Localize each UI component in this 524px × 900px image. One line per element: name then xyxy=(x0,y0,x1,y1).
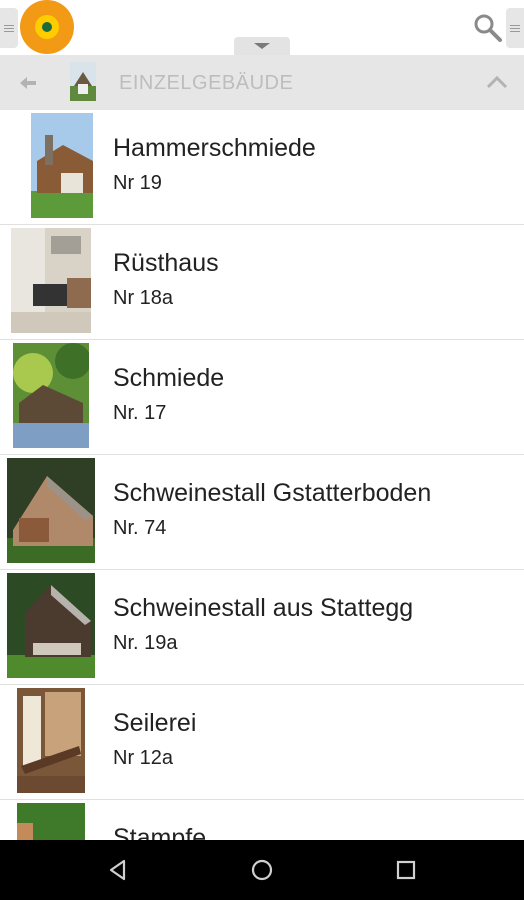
list-item[interactable]: Stampfe xyxy=(0,800,524,840)
list-item[interactable]: Rüsthaus Nr 18a xyxy=(0,225,524,340)
building-thumbnail xyxy=(7,573,95,678)
top-bar xyxy=(0,0,524,55)
item-title: Seilerei xyxy=(113,709,197,737)
item-title: Hammerschmiede xyxy=(113,134,316,162)
nav-home-icon[interactable] xyxy=(248,856,276,884)
category-thumbnail xyxy=(70,62,96,101)
building-thumbnail xyxy=(17,803,85,840)
building-list: Hammerschmiede Nr 19 Rüsthaus Nr 18a Sch… xyxy=(0,110,524,840)
logo-dot xyxy=(42,22,52,32)
building-thumbnail xyxy=(11,228,91,333)
list-item[interactable]: Schmiede Nr. 17 xyxy=(0,340,524,455)
right-drawer-handle[interactable] xyxy=(506,8,524,48)
item-title: Schweinestall aus Stattegg xyxy=(113,594,414,622)
list-item[interactable]: Schweinestall Gstatterboden Nr. 74 xyxy=(0,455,524,570)
menu-lines-icon xyxy=(4,27,14,29)
building-thumbnail xyxy=(7,458,95,563)
building-thumbnail xyxy=(13,343,89,448)
list-item[interactable]: Schweinestall aus Stattegg Nr. 19a xyxy=(0,570,524,685)
section-title: EINZELGEBÄUDE xyxy=(119,72,294,94)
item-number: Nr 18a xyxy=(113,287,174,309)
search-icon[interactable] xyxy=(472,12,504,44)
logo-inner-circle xyxy=(35,15,59,39)
museum-logo[interactable] xyxy=(20,0,74,54)
nav-back-icon[interactable] xyxy=(104,856,132,884)
list-item[interactable]: Hammerschmiede Nr 19 xyxy=(0,110,524,225)
chevron-up-icon[interactable] xyxy=(484,70,510,96)
left-drawer-handle[interactable] xyxy=(0,8,18,48)
nav-recents-icon[interactable] xyxy=(392,856,420,884)
building-thumbnail xyxy=(17,688,85,793)
item-title: Schweinestall Gstatterboden xyxy=(113,479,432,507)
item-number: Nr 12a xyxy=(113,747,174,769)
item-number: Nr. 74 xyxy=(113,517,167,539)
chevron-down-icon xyxy=(254,43,270,49)
item-number: Nr. 19a xyxy=(113,632,178,654)
building-thumbnail xyxy=(31,113,93,218)
item-title: Rüsthaus xyxy=(113,249,219,277)
item-number: Nr 19 xyxy=(113,172,162,194)
item-title: Schmiede xyxy=(113,364,225,392)
system-nav-bar xyxy=(0,840,524,900)
item-number: Nr. 17 xyxy=(113,402,167,424)
menu-lines-icon xyxy=(510,27,520,29)
back-arrow-icon[interactable] xyxy=(14,69,42,97)
item-title: Stampfe xyxy=(113,824,207,840)
list-item[interactable]: Seilerei Nr 12a xyxy=(0,685,524,800)
pulldown-tab[interactable] xyxy=(234,37,290,55)
